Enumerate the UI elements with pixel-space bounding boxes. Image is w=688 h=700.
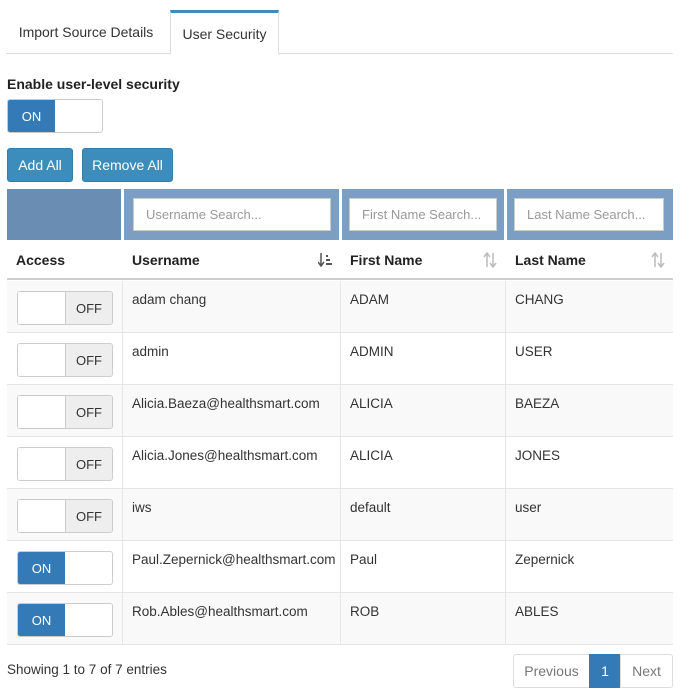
access-cell: ON xyxy=(7,541,122,593)
last-name-cell: USER xyxy=(515,344,553,359)
column-header-access[interactable]: Access xyxy=(7,240,122,280)
access-toggle[interactable]: OFF xyxy=(17,291,113,325)
sort-both-icon xyxy=(483,252,497,268)
column-header-username[interactable]: Username xyxy=(123,240,340,280)
access-toggle[interactable]: OFF xyxy=(17,395,113,429)
toggle-handle xyxy=(65,604,112,636)
previous-page-button[interactable]: Previous xyxy=(513,654,590,688)
username-cell: admin xyxy=(132,344,169,359)
first-name-cell: ADMIN xyxy=(350,344,394,359)
toggle-on-label: ON xyxy=(18,552,65,584)
table-row: OFF adam chang ADAM CHANG xyxy=(7,281,673,333)
username-cell: Alicia.Jones@healthsmart.com xyxy=(132,448,318,463)
username-cell: Rob.Ables@healthsmart.com xyxy=(132,604,308,619)
first-name-cell: Paul xyxy=(350,552,378,567)
access-toggle[interactable]: OFF xyxy=(17,499,113,533)
last-name-cell: ABLES xyxy=(515,604,559,619)
access-toggle[interactable]: OFF xyxy=(17,343,113,377)
next-page-button[interactable]: Next xyxy=(620,654,673,688)
last-name-cell: CHANG xyxy=(515,292,564,307)
first-name-search-input[interactable] xyxy=(349,198,497,231)
column-header-username-label: Username xyxy=(132,252,200,268)
table-row: ON Rob.Ables@healthsmart.com ROB ABLES xyxy=(7,593,673,645)
username-cell: Paul.Zepernick@healthsmart.com xyxy=(132,552,336,567)
username-search-input[interactable] xyxy=(133,198,331,231)
toggle-off-label: OFF xyxy=(64,500,112,532)
tab-import-source-details[interactable]: Import Source Details xyxy=(6,10,166,54)
toggle-off-label: OFF xyxy=(64,292,112,324)
access-toggle[interactable]: ON xyxy=(17,551,113,585)
column-header-first-name[interactable]: First Name xyxy=(341,240,505,280)
toggle-handle xyxy=(18,500,65,532)
search-row xyxy=(7,189,673,240)
last-name-cell: BAEZA xyxy=(515,396,560,411)
column-header-last-name[interactable]: Last Name xyxy=(506,240,673,280)
username-cell: Alicia.Baeza@healthsmart.com xyxy=(132,396,320,411)
toggle-handle xyxy=(65,552,112,584)
toggle-off-label: OFF xyxy=(64,344,112,376)
access-cell: OFF xyxy=(7,385,122,437)
toggle-handle xyxy=(18,396,65,428)
column-header-first-name-label: First Name xyxy=(350,252,423,268)
first-name-cell: default xyxy=(350,500,391,515)
access-toggle[interactable]: ON xyxy=(17,603,113,637)
table-row: OFF Alicia.Baeza@healthsmart.com ALICIA BAE… xyxy=(7,385,673,437)
first-name-cell: ADAM xyxy=(350,292,390,307)
page-1-button[interactable]: 1 xyxy=(589,654,621,688)
last-name-cell: user xyxy=(515,500,542,515)
toggle-off-label: OFF xyxy=(64,448,112,480)
toggle-off-label: OFF xyxy=(64,396,112,428)
access-cell: OFF xyxy=(7,333,122,385)
last-name-cell: JONES xyxy=(515,448,561,463)
first-name-cell: ROB xyxy=(350,604,380,619)
toggle-handle xyxy=(18,448,65,480)
users-table: Access Username First Name Last Name OFF… xyxy=(7,189,673,645)
toggle-handle xyxy=(18,292,65,324)
enable-security-toggle[interactable]: ON xyxy=(7,99,103,133)
remove-all-button[interactable]: Remove All xyxy=(82,148,173,182)
access-cell: OFF xyxy=(7,437,122,489)
table-header: Access Username First Name Last Name xyxy=(7,240,673,280)
sort-both-icon xyxy=(651,252,665,268)
toggle-handle xyxy=(18,344,65,376)
username-cell: iws xyxy=(132,500,152,515)
search-cell-access xyxy=(7,189,121,240)
access-toggle[interactable]: OFF xyxy=(17,447,113,481)
first-name-cell: ALICIA xyxy=(350,448,393,463)
last-name-cell: Zepernick xyxy=(515,552,575,567)
access-cell: OFF xyxy=(7,489,122,541)
table-row: OFF iws default user xyxy=(7,489,673,541)
access-cell: ON xyxy=(7,593,122,645)
tab-bar: Import Source Details User Security xyxy=(6,10,673,55)
table-row: OFF admin ADMIN USER xyxy=(7,333,673,385)
username-cell: adam chang xyxy=(132,292,207,307)
toggle-handle xyxy=(55,100,102,132)
enable-security-label: Enable user-level security xyxy=(7,76,180,92)
access-cell: OFF xyxy=(7,281,122,333)
table-info: Showing 1 to 7 of 7 entries xyxy=(7,662,167,677)
first-name-cell: ALICIA xyxy=(350,396,393,411)
toggle-on-label: ON xyxy=(18,604,65,636)
tab-user-security[interactable]: User Security xyxy=(170,10,279,55)
sort-ascending-icon xyxy=(318,252,332,268)
last-name-search-input[interactable] xyxy=(514,198,664,231)
table-row: OFF Alicia.Jones@healthsmart.com ALICIA JON… xyxy=(7,437,673,489)
toggle-on-label: ON xyxy=(8,100,55,132)
table-row: ON Paul.Zepernick@healthsmart.com Paul Zepe… xyxy=(7,541,673,593)
add-all-button[interactable]: Add All xyxy=(7,148,73,182)
column-header-last-name-label: Last Name xyxy=(515,252,586,268)
